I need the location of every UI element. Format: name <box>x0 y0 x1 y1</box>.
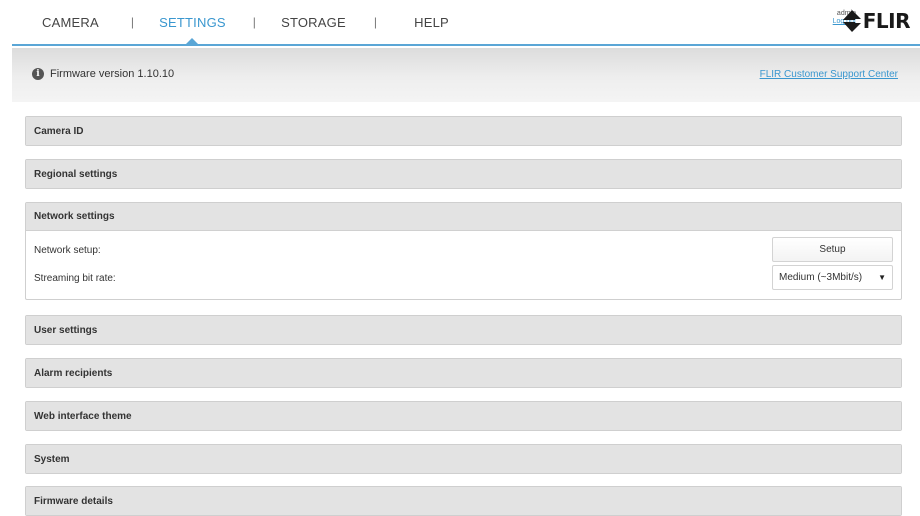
support-center-link[interactable]: FLIR Customer Support Center <box>760 69 898 80</box>
panel-header-alarm-recipients[interactable]: Alarm recipients <box>26 359 901 387</box>
panel-web-interface-theme: Web interface theme <box>25 401 902 431</box>
flir-logo-icon <box>842 10 861 32</box>
network-settings-body: Network setup: Setup Streaming bit rate:… <box>26 231 901 299</box>
main-nav: CAMERA | SETTINGS | STORAGE | HELP <box>12 0 449 44</box>
panel-header-system[interactable]: System <box>26 445 901 473</box>
dropdown-arrow-icon: ▼ <box>878 273 886 282</box>
nav-separator: | <box>252 15 257 29</box>
info-icon: i <box>32 68 44 80</box>
panel-user-settings: User settings <box>25 315 902 345</box>
network-setup-button[interactable]: Setup <box>772 237 893 262</box>
flir-settings-page: CAMERA | SETTINGS | STORAGE | HELP admin… <box>0 0 920 516</box>
panel-header-user-settings[interactable]: User settings <box>26 316 901 344</box>
nav-tab-camera[interactable]: CAMERA <box>42 15 99 30</box>
panel-camera-id: Camera ID <box>25 116 902 146</box>
panel-firmware-details: Firmware details <box>25 486 902 516</box>
firmware-info-bar: i Firmware version 1.10.10 FLIR Customer… <box>12 48 920 102</box>
firmware-version-text: Firmware version 1.10.10 <box>50 68 175 80</box>
panel-header-network-settings[interactable]: Network settings <box>26 203 901 231</box>
streaming-bitrate-label: Streaming bit rate: <box>34 273 116 284</box>
nav-tab-settings[interactable]: SETTINGS <box>159 15 226 44</box>
panel-header-camera-id[interactable]: Camera ID <box>26 117 901 145</box>
nav-tab-storage[interactable]: STORAGE <box>281 15 346 30</box>
panel-header-regional-settings[interactable]: Regional settings <box>26 160 901 188</box>
panel-header-web-interface-theme[interactable]: Web interface theme <box>26 402 901 430</box>
panel-alarm-recipients: Alarm recipients <box>25 358 902 388</box>
panel-network-settings: Network settings Network setup: Setup St… <box>25 202 902 300</box>
panel-system: System <box>25 444 902 474</box>
streaming-bitrate-value: Medium (~3Mbit/s) <box>779 272 863 283</box>
panel-regional-settings: Regional settings <box>25 159 902 189</box>
nav-separator: | <box>130 15 135 29</box>
top-navigation-bar: CAMERA | SETTINGS | STORAGE | HELP admin… <box>12 0 920 46</box>
firmware-version: i Firmware version 1.10.10 <box>32 68 174 80</box>
brand-name: FLIR <box>862 9 911 33</box>
streaming-bitrate-select[interactable]: Medium (~3Mbit/s) ▼ <box>772 265 893 290</box>
nav-separator: | <box>373 15 378 29</box>
nav-tab-help[interactable]: HELP <box>414 15 449 30</box>
network-setup-label: Network setup: <box>34 245 101 256</box>
panel-header-firmware-details[interactable]: Firmware details <box>26 487 901 515</box>
brand-logo: FLIR <box>842 9 911 33</box>
